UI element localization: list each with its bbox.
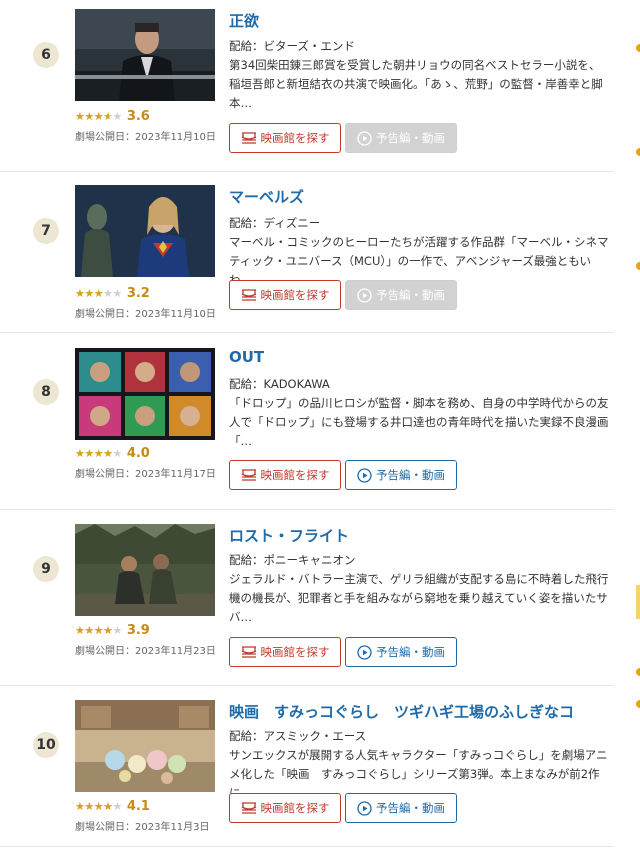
release-date: 劇場公開日：2023年11月10日 xyxy=(75,309,216,320)
movie-title-link[interactable]: 正欲 xyxy=(229,10,259,31)
play-icon xyxy=(357,287,372,303)
rank-badge: 7 xyxy=(33,218,59,244)
rank-badge: 9 xyxy=(33,556,59,582)
ranking-item: 8 ★★★★★★★★★★ 4.0 劇場公開日：2023年11月17 xyxy=(0,333,614,510)
movie-poster[interactable] xyxy=(75,185,215,277)
play-icon xyxy=(357,467,372,483)
distributor: 配給：ビターズ・エンド xyxy=(229,39,355,53)
trailer-button[interactable]: 予告編・動画 xyxy=(345,123,457,153)
edge-marker-bar xyxy=(636,585,640,619)
find-theater-button[interactable]: 映画館を探す xyxy=(229,123,341,153)
theater-icon xyxy=(241,288,256,301)
star-rating: ★★★★★★★★★★ 4.0 xyxy=(75,446,150,461)
distributor: 配給：アスミック・エース xyxy=(229,729,367,743)
stars-icon: ★★★★★★★★★★ xyxy=(75,446,122,460)
distributor: 配給：ポニーキャニオン xyxy=(229,553,356,567)
ranking-item: 6 ★★★★★★★★★★ 3.6 劇場公開日：2023年11月10日 正欲 配給… xyxy=(0,0,614,172)
star-rating: ★★★★★★★★★★ 3.2 xyxy=(75,286,150,301)
find-theater-button[interactable]: 映画館を探す xyxy=(229,280,341,310)
edge-marker-dot xyxy=(636,44,640,52)
theater-icon xyxy=(241,468,256,481)
distributor: 配給：ディズニー xyxy=(229,216,321,230)
movie-title-link[interactable]: OUT xyxy=(229,348,264,366)
rank-badge: 8 xyxy=(33,379,59,405)
ranking-item: 9 ★★★★★★★★★★ 3.9 劇場公開日：2023年11月23日 ロスト・フ… xyxy=(0,510,614,686)
movie-poster[interactable] xyxy=(75,348,215,440)
star-rating: ★★★★★★★★★★ 3.6 xyxy=(75,109,150,124)
ranking-item: 10 ★★★★★★★★★★ 4.1 劇場公開日：2023年11月3日 映画 すみ… xyxy=(0,686,614,847)
movie-poster[interactable] xyxy=(75,700,215,792)
movie-description: 「ドロップ」の品川ヒロシが監督・脚本を務め、自身の中学時代からの友人で「ドロップ… xyxy=(229,396,609,448)
play-icon xyxy=(357,800,372,816)
edge-marker-dot xyxy=(636,262,640,270)
edge-marker-dot xyxy=(636,148,640,156)
movie-description: 第34回柴田錬三郎賞を受賞した朝井リョウの同名ベストセラー小説を、稲垣吾郎と新垣… xyxy=(229,58,603,110)
release-date: 劇場公開日：2023年11月10日 xyxy=(75,132,216,143)
star-rating: ★★★★★★★★★★ 4.1 xyxy=(75,799,150,814)
find-theater-button[interactable]: 映画館を探す xyxy=(229,793,341,823)
movie-poster[interactable] xyxy=(75,9,215,101)
movie-poster[interactable] xyxy=(75,524,215,616)
rating-score: 3.6 xyxy=(126,109,150,124)
rating-score: 3.2 xyxy=(126,286,150,301)
theater-icon xyxy=(241,131,256,144)
release-date: 劇場公開日：2023年11月23日 xyxy=(75,646,216,657)
trailer-button[interactable]: 予告編・動画 xyxy=(345,793,457,823)
stars-icon: ★★★★★★★★★★ xyxy=(75,623,122,637)
find-theater-button[interactable]: 映画館を探す xyxy=(229,637,341,667)
find-theater-button[interactable]: 映画館を探す xyxy=(229,460,341,490)
rating-score: 3.9 xyxy=(126,623,150,638)
rating-score: 4.1 xyxy=(126,799,150,814)
play-icon xyxy=(357,130,372,146)
movie-description: ジェラルド・バトラー主演で、ゲリラ組織が支配する島に不時着した飛行機の機長が、犯… xyxy=(229,572,609,624)
edge-marker-dot xyxy=(636,668,640,676)
stars-icon: ★★★★★★★★★★ xyxy=(75,109,122,123)
edge-marker-dot xyxy=(636,700,640,708)
play-icon xyxy=(357,644,372,660)
rating-score: 4.0 xyxy=(126,446,150,461)
movie-title-link[interactable]: 映画 すみっコぐらし ツギハギ工場のふしぎなコ xyxy=(229,701,574,722)
star-rating: ★★★★★★★★★★ 3.9 xyxy=(75,623,150,638)
trailer-button[interactable]: 予告編・動画 xyxy=(345,280,457,310)
rank-badge: 6 xyxy=(33,42,59,68)
movie-title-link[interactable]: ロスト・フライト xyxy=(229,525,349,546)
theater-icon xyxy=(241,801,256,814)
stars-icon: ★★★★★★★★★★ xyxy=(75,799,122,813)
trailer-button[interactable]: 予告編・動画 xyxy=(345,460,457,490)
movie-title-link[interactable]: マーベルズ xyxy=(229,186,304,207)
ranking-item: 7 ★★★★★★★★★★ 3.2 劇場公開日：2023年11月10日 マーベルズ… xyxy=(0,172,614,333)
rank-badge: 10 xyxy=(33,732,59,758)
stars-icon: ★★★★★★★★★★ xyxy=(75,286,122,300)
release-date: 劇場公開日：2023年11月17日 xyxy=(75,469,216,480)
release-date: 劇場公開日：2023年11月3日 xyxy=(75,822,210,833)
theater-icon xyxy=(241,645,256,658)
distributor: 配給：KADOKAWA xyxy=(229,377,330,391)
trailer-button[interactable]: 予告編・動画 xyxy=(345,637,457,667)
